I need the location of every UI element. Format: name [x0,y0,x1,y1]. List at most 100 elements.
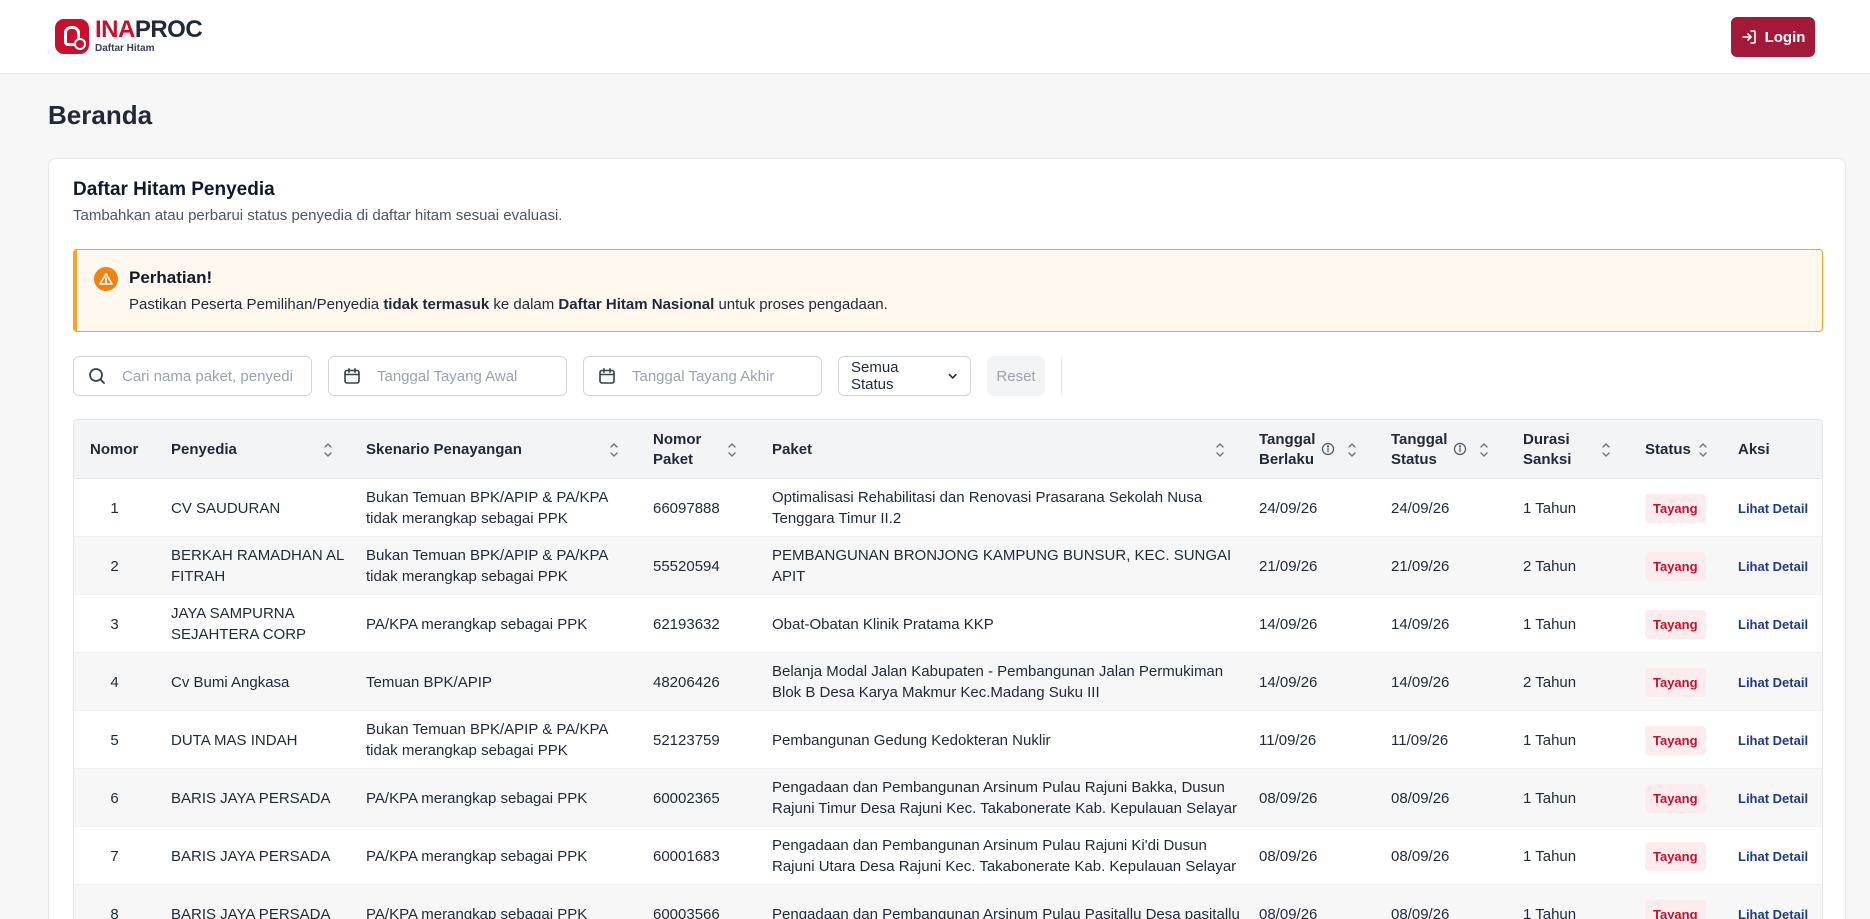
cell-status: Tayang [1645,769,1725,827]
cell-penyedia: DUTA MAS INDAH [171,731,298,749]
cell-status: Tayang [1645,885,1725,919]
sort-icon[interactable] [323,440,333,460]
cell-tanggal-berlaku: 24/09/26 [1259,499,1318,517]
date-end-input[interactable]: Tanggal Tayang Akhir [583,356,822,396]
sort-icon[interactable] [1601,440,1611,460]
cell-durasi: 1 Tahun [1523,905,1577,919]
table-header: Nomor Penyedia Skenario Penayangan Nomor… [74,420,1822,479]
col-paket[interactable]: Paket [772,420,812,479]
cell-durasi: 1 Tahun [1523,499,1577,517]
cell-status: Tayang [1645,537,1725,595]
cell-aksi: Lihat Detail [1738,595,1822,653]
blacklist-table: Nomor Penyedia Skenario Penayangan Nomor… [73,419,1823,919]
cell-nomor-paket: 48206426 [653,673,720,691]
search-input[interactable]: Cari nama paket, penyedia [73,356,312,396]
cell-aksi: Lihat Detail [1738,769,1822,827]
lihat-detail-link[interactable]: Lihat Detail [1738,614,1808,635]
sort-icon[interactable] [1347,440,1357,460]
sort-icon[interactable] [727,440,737,460]
table-row: 5 DUTA MAS INDAH Bukan Temuan BPK/APIP & P… [74,711,1822,769]
cell-aksi: Lihat Detail [1738,479,1822,537]
lihat-detail-link[interactable]: Lihat Detail [1738,846,1808,867]
col-nomor-paket-line2: Paket [653,450,694,468]
cell-status: Tayang [1645,653,1725,711]
cell-aksi: Lihat Detail [1738,711,1822,769]
login-icon [1741,30,1756,44]
reset-button[interactable]: Reset [987,356,1045,396]
cell-durasi: 1 Tahun [1523,789,1577,807]
warning-icon [94,267,118,291]
cell-nomor: 7 [110,847,119,865]
status-badge: Tayang [1645,899,1706,919]
cell-penyedia: BARIS JAYA PERSADA [171,789,331,807]
cell-paket: Obat-Obatan Klinik Pratama KKP [772,615,994,633]
status-select[interactable]: Semua Status [838,356,971,396]
cell-skenario: PA/KPA merangkap sebagai PPK [366,847,588,865]
col-durasi-line2: Sanksi [1523,450,1572,468]
alert-text-1: Pastikan Peserta Pemilihan/Penyedia [129,296,384,313]
cell-penyedia: JAYA SAMPURNA SEJAHTERA CORP [171,605,307,643]
col-status[interactable]: Status [1645,420,1691,479]
calendar-icon [344,368,360,384]
col-durasi-sanksi[interactable]: Durasi Sanksi [1523,420,1571,479]
sort-icon[interactable] [609,440,619,460]
cell-penyedia: Cv Bumi Angkasa [171,673,290,691]
lihat-detail-link[interactable]: Lihat Detail [1738,788,1808,809]
status-badge: Tayang [1645,551,1706,581]
cell-skenario: PA/KPA merangkap sebagai PPK [366,615,588,633]
logo-mark-icon [55,18,89,54]
lihat-detail-link[interactable]: Lihat Detail [1738,672,1808,693]
cell-skenario: Bukan Temuan BPK/APIP & PA/KPA tidak mer… [366,721,608,759]
page-title: Beranda [48,100,153,130]
cell-durasi: 1 Tahun [1523,847,1577,865]
col-tanggal-berlaku[interactable]: Tanggal Berlaku [1259,420,1315,479]
cell-tanggal-status: 08/09/26 [1391,905,1450,919]
cell-penyedia: BERKAH RAMADHAN AL FITRAH [171,547,344,585]
search-placeholder: Cari nama paket, penyedia [122,367,292,385]
logo-word-ina: INA [95,16,135,43]
info-icon[interactable] [1321,442,1335,456]
sort-icon[interactable] [1698,440,1708,460]
lihat-detail-link[interactable]: Lihat Detail [1738,904,1808,919]
cell-paket: Pengadaan dan Pembangunan Arsinum Pulau … [772,905,1240,919]
sort-icon[interactable] [1215,440,1225,460]
card-title: Daftar Hitam Penyedia [73,179,275,200]
info-icon[interactable] [1453,442,1467,456]
cell-durasi: 1 Tahun [1523,615,1577,633]
cell-tanggal-status: 08/09/26 [1391,847,1450,865]
col-skenario[interactable]: Skenario Penayangan [366,420,522,479]
cell-nomor-paket: 60001683 [653,847,720,865]
cell-tanggal-berlaku: 11/09/26 [1259,731,1317,749]
inaproc-logo[interactable]: INAPROC Daftar Hitam [55,16,203,54]
cell-nomor: 8 [110,905,119,919]
cell-status: Tayang [1645,827,1725,885]
cell-nomor-paket: 52123759 [653,731,720,749]
cell-tanggal-status: 08/09/26 [1391,789,1450,807]
table-body: 1 CV SAUDURAN Bukan Temuan BPK/APIP & PA/K… [74,479,1822,919]
cell-tanggal-berlaku: 08/09/26 [1259,905,1318,919]
cell-tanggal-status: 11/09/26 [1391,731,1449,749]
cell-skenario: Temuan BPK/APIP [366,673,492,691]
cell-paket: Optimalisasi Rehabilitasi dan Renovasi P… [772,489,1203,527]
cell-status: Tayang [1645,479,1725,537]
login-button[interactable]: Login [1731,17,1815,57]
alert-bold-2: Daftar Hitam Nasional [558,296,715,313]
lihat-detail-link[interactable]: Lihat Detail [1738,730,1808,751]
date-start-input[interactable]: Tanggal Tayang Awal [328,356,567,396]
cell-nomor: 1 [110,499,119,517]
blacklist-card: Daftar Hitam Penyedia Tambahkan atau per… [48,158,1846,919]
filter-bar: Cari nama paket, penyedia Tanggal Tayang… [73,356,1062,396]
date-start-placeholder: Tanggal Tayang Awal [377,367,518,385]
col-tanggal-status[interactable]: Tanggal Status [1391,420,1447,479]
cell-paket: Pembangunan Gedung Kedokteran Nuklir [772,731,1051,749]
col-nomor-paket[interactable]: Nomor Paket [653,420,701,479]
table-row: 2 BERKAH RAMADHAN AL FITRAH Bukan Temuan B… [74,537,1822,595]
sort-icon[interactable] [1479,440,1489,460]
lihat-detail-link[interactable]: Lihat Detail [1738,556,1808,577]
cell-nomor: 3 [110,615,119,633]
warning-alert: Perhatian! Pastikan Peserta Pemilihan/Pe… [73,249,1823,332]
col-penyedia[interactable]: Penyedia [171,420,237,479]
cell-tanggal-berlaku: 14/09/26 [1259,673,1318,691]
lihat-detail-link[interactable]: Lihat Detail [1738,498,1808,519]
chevron-down-icon [948,373,957,379]
